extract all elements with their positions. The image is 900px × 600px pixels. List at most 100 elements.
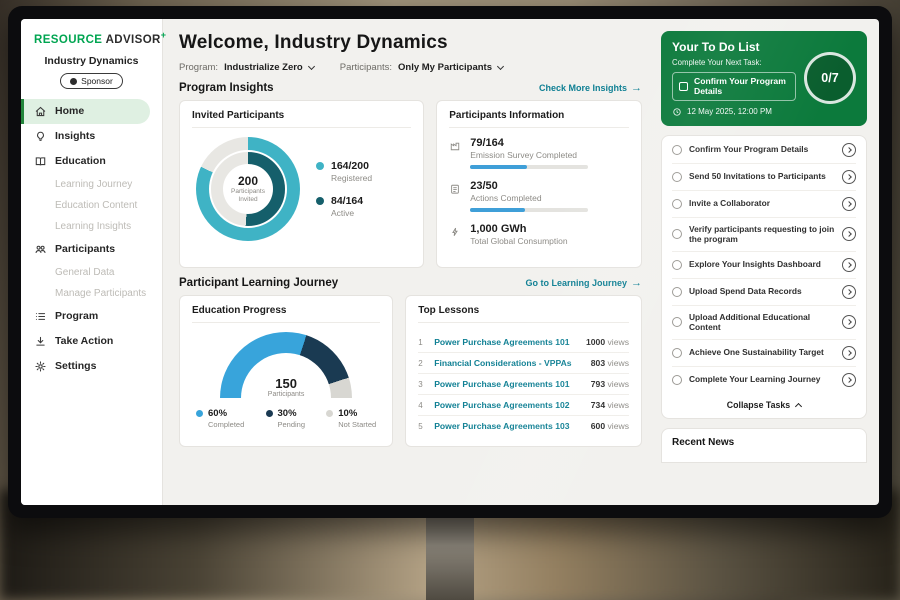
task-label: Complete Your Learning Journey	[689, 374, 835, 385]
chevron-right-icon[interactable]	[842, 197, 856, 211]
education-progress-card: Education Progress 150 Participants	[179, 295, 393, 447]
checkbox-icon[interactable]	[672, 172, 682, 182]
checkbox-icon[interactable]	[672, 199, 682, 209]
sponsor-icon	[70, 78, 77, 85]
task-row[interactable]: Upload Additional Educational Content	[672, 306, 856, 340]
lesson-rank: 3	[418, 380, 426, 389]
sidebar-item-program[interactable]: Program	[21, 304, 162, 329]
sidebar-item-learning-journey[interactable]: Learning Journey	[21, 174, 162, 195]
chevron-up-icon	[795, 403, 802, 410]
lesson-rank: 1	[418, 338, 426, 347]
chevron-right-icon[interactable]	[842, 258, 856, 272]
sidebar-item-settings[interactable]: Settings	[21, 354, 162, 379]
task-row[interactable]: Confirm Your Program Details	[672, 137, 856, 164]
next-task-due-label: 12 May 2025, 12:00 PM	[687, 107, 772, 116]
learning-journey-title: Participant Learning Journey	[179, 277, 338, 289]
sidebar-item-take-action[interactable]: Take Action	[21, 329, 162, 354]
not-started-label: Not Started	[338, 420, 376, 429]
sidebar-item-general-data[interactable]: General Data	[21, 262, 162, 283]
not-started-value: 10%	[338, 408, 376, 419]
lesson-link[interactable]: Financial Considerations - VPPAs	[434, 358, 583, 368]
checkbox-icon[interactable]	[672, 145, 682, 155]
checkbox-icon[interactable]	[679, 82, 688, 91]
task-row[interactable]: Achieve One Sustainability Target	[672, 340, 856, 367]
lesson-views: 600 views	[591, 421, 629, 431]
check-more-insights-link[interactable]: Check More Insights →	[539, 83, 642, 94]
bolt-icon	[449, 225, 461, 237]
task-row[interactable]: Complete Your Learning Journey	[672, 367, 856, 393]
program-filter[interactable]: Program: Industrialize Zero	[179, 62, 314, 73]
task-row[interactable]: Send 50 Invitations to Participants	[672, 164, 856, 191]
chevron-right-icon[interactable]	[842, 170, 856, 184]
filter-bar: Program: Industrialize Zero Participants…	[179, 62, 642, 73]
sidebar-item-learning-insights[interactable]: Learning Insights	[21, 216, 162, 237]
lesson-link[interactable]: Power Purchase Agreements 102	[434, 400, 583, 410]
task-row[interactable]: Invite a Collaborator	[672, 191, 856, 218]
todo-summary-card: Your To Do List Complete Your Next Task:…	[661, 31, 867, 126]
active-dot-icon	[316, 197, 324, 205]
checkbox-icon[interactable]	[672, 317, 682, 327]
task-row[interactable]: Explore Your Insights Dashboard	[672, 252, 856, 279]
sidebar-item-insights[interactable]: Insights	[21, 124, 162, 149]
participants-filter[interactable]: Participants: Only My Participants	[340, 62, 503, 73]
collapse-tasks-button[interactable]: Collapse Tasks	[672, 393, 856, 416]
emission-survey-row: 79/164 Emission Survey Completed	[449, 137, 629, 169]
task-label: Achieve One Sustainability Target	[689, 347, 835, 358]
recent-news-card: Recent News	[661, 428, 867, 463]
education-progress-gauge-chart: 150 Participants	[220, 332, 352, 398]
task-label: Send 50 Invitations to Participants	[689, 171, 835, 182]
task-row[interactable]: Verify participants requesting to join t…	[672, 218, 856, 252]
sidebar-item-home[interactable]: Home	[21, 99, 150, 124]
lesson-link[interactable]: Power Purchase Agreements 101	[434, 337, 578, 347]
sidebar-item-education[interactable]: Education	[21, 149, 162, 174]
checkbox-icon[interactable]	[672, 375, 682, 385]
chevron-right-icon[interactable]	[842, 373, 856, 387]
sidebar-item-education-content[interactable]: Education Content	[21, 195, 162, 216]
registered-label: Registered	[331, 173, 372, 183]
registered-value: 164/200	[331, 160, 372, 172]
task-row[interactable]: Upload Spend Data Records	[672, 279, 856, 306]
donut-center-label: Participants Invited	[223, 188, 273, 205]
invited-participants-donut-chart: 200 Participants Invited	[196, 137, 300, 241]
checkbox-icon[interactable]	[672, 260, 682, 270]
go-to-learning-journey-link[interactable]: Go to Learning Journey →	[525, 278, 642, 289]
factory-icon	[449, 139, 461, 151]
sidebar: RESOURCE ADVISOR+ Industry Dynamics Spon…	[21, 19, 163, 505]
lesson-link[interactable]: Power Purchase Agreements 103	[434, 421, 583, 431]
recent-news-title: Recent News	[672, 437, 734, 448]
lesson-views: 793 views	[591, 379, 629, 389]
lesson-views: 803 views	[591, 358, 629, 368]
home-icon	[34, 105, 47, 118]
not-started-dot-icon	[326, 410, 333, 417]
lesson-link[interactable]: Power Purchase Agreements 101	[434, 379, 583, 389]
lightbulb-icon	[34, 130, 47, 143]
sidebar-item-participants[interactable]: Participants	[21, 237, 162, 262]
gauge-center-value: 150	[220, 376, 352, 391]
checkbox-icon[interactable]	[672, 348, 682, 358]
legend-registered: 164/200 Registered	[316, 160, 372, 183]
program-insights-title: Program Insights	[179, 82, 274, 94]
sidebar-item-manage-participants[interactable]: Manage Participants	[21, 283, 162, 304]
todo-title: Your To Do List	[672, 40, 796, 54]
arrow-right-icon: →	[631, 83, 642, 94]
logo-resource: RESOURCE	[34, 34, 102, 46]
program-filter-value: Industrialize Zero	[224, 62, 303, 73]
chevron-right-icon[interactable]	[842, 143, 856, 157]
pending-value: 30%	[278, 408, 306, 419]
consumption-row: 1,000 GWh Total Global Consumption	[449, 223, 629, 246]
actions-completed-progressbar	[470, 208, 588, 212]
chevron-right-icon[interactable]	[842, 285, 856, 299]
chevron-right-icon[interactable]	[842, 227, 856, 241]
chevron-right-icon[interactable]	[842, 315, 856, 329]
checkbox-icon[interactable]	[672, 287, 682, 297]
participants-information-card: Participants Information 79/164 Emission…	[436, 100, 642, 268]
checkbox-icon[interactable]	[672, 229, 682, 239]
chevron-right-icon[interactable]	[842, 346, 856, 360]
org-name: Industry Dynamics	[21, 55, 162, 67]
completed-dot-icon	[196, 410, 203, 417]
page-title: Welcome, Industry Dynamics	[179, 32, 642, 54]
list-icon	[34, 310, 47, 323]
legend-pending: 30% Pending	[266, 408, 306, 429]
pending-dot-icon	[266, 410, 273, 417]
next-task[interactable]: Confirm Your Program Details	[672, 72, 796, 101]
